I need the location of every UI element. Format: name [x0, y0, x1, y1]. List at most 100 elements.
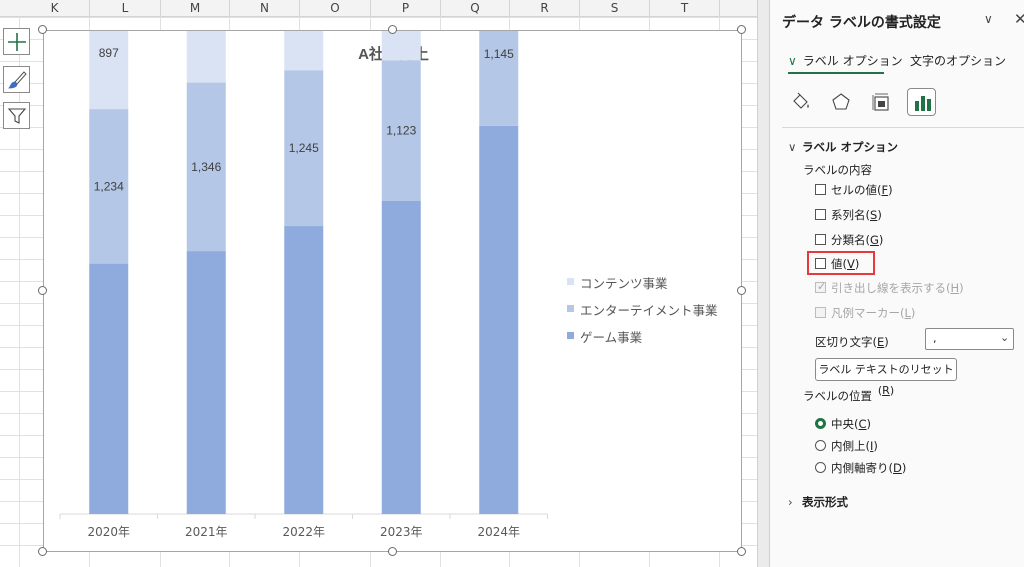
size-properties-tab[interactable]: [866, 88, 895, 116]
plot-area[interactable]: 1,2348972020年1,3469852021年1,2458322022年1…: [44, 31, 743, 553]
fill-line-tab[interactable]: [786, 88, 815, 116]
bar[interactable]: [284, 31, 324, 71]
spreadsheet-area: KLMNOPQRST A社の売上 1,2348972020年1,34698520…: [0, 0, 757, 567]
active-tab-indicator: [788, 72, 884, 74]
column-header[interactable]: L: [90, 0, 161, 17]
format-data-labels-pane: データ ラベルの書式設定 ∨ ✕ ∨ ラベル オプション 文字のオプション ∨ …: [770, 0, 1024, 567]
checkmark-icon: ✓: [817, 280, 827, 293]
excel-window: KLMNOPQRST A社の売上 1,2348972020年1,34698520…: [0, 0, 1024, 567]
chevron-down-icon: ∨: [788, 54, 797, 68]
resize-handle[interactable]: [38, 547, 47, 556]
label-contents-header: ラベルの内容: [803, 163, 872, 177]
resize-handle[interactable]: [737, 25, 746, 34]
resize-handle[interactable]: [38, 286, 47, 295]
bar[interactable]: [381, 201, 421, 514]
bar[interactable]: [89, 31, 129, 110]
x-tick-label: 2021年: [185, 525, 228, 539]
section-title: ラベル オプション: [802, 140, 899, 154]
chevron-down-icon: ⌄: [1000, 331, 1010, 344]
resize-handle[interactable]: [737, 286, 746, 295]
legend-swatch: [567, 305, 574, 312]
section-number[interactable]: › 表示形式: [788, 494, 848, 510]
tab-label-options[interactable]: ∨ ラベル オプション: [788, 52, 903, 69]
tab-label: ラベル オプション: [802, 54, 903, 68]
section-title: 表示形式: [802, 495, 848, 509]
tab-text-options[interactable]: 文字のオプション: [910, 52, 1006, 69]
legend-label: コンテンツ事業: [580, 276, 668, 291]
section-label-options[interactable]: ∨ ラベル オプション: [788, 139, 898, 155]
radio-button[interactable]: [815, 462, 826, 473]
grid-line: [19, 17, 20, 567]
column-header[interactable]: P: [371, 0, 441, 17]
legend-swatch: [567, 278, 574, 285]
pentagon-icon: [832, 93, 850, 110]
radio-button[interactable]: [815, 440, 826, 451]
separator-label: 区切り文字(E): [815, 335, 889, 349]
data-label[interactable]: 1,234: [94, 179, 124, 193]
checkbox-box[interactable]: [815, 209, 826, 220]
bar[interactable]: [381, 31, 421, 61]
plus-icon: [8, 33, 26, 51]
x-tick-label: 2024年: [477, 525, 520, 539]
close-icon[interactable]: ✕: [1014, 10, 1024, 28]
grid-line: [0, 17, 757, 18]
paint-bucket-icon: [793, 92, 809, 109]
checkbox-box[interactable]: [815, 234, 826, 245]
data-label[interactable]: 1,245: [289, 141, 319, 155]
separator-select[interactable]: , ⌄: [925, 328, 1014, 350]
reset-label-text-button[interactable]: ラベル テキストのリセット(R): [815, 358, 957, 397]
data-label[interactable]: 1,123: [386, 124, 416, 138]
column-header[interactable]: S: [580, 0, 650, 17]
pane-title: データ ラベルの書式設定: [782, 15, 941, 31]
legend-swatch: [567, 332, 574, 339]
data-label[interactable]: 1,346: [191, 160, 221, 174]
resize-handle[interactable]: [737, 547, 746, 556]
bar[interactable]: [89, 263, 129, 514]
chart-styles-button[interactable]: [3, 66, 30, 93]
paintbrush-icon: [8, 71, 27, 89]
column-header[interactable]: O: [300, 0, 371, 17]
data-label[interactable]: 1,145: [484, 47, 514, 61]
checkbox-box[interactable]: [815, 184, 826, 195]
bar-chart-icon: [915, 96, 931, 111]
column-header[interactable]: R: [510, 0, 580, 17]
resize-handle[interactable]: [387, 547, 397, 556]
chart-object[interactable]: A社の売上 1,2348972020年1,3469852021年1,245832…: [43, 30, 742, 552]
separator-value: ,: [933, 332, 937, 345]
bar[interactable]: [186, 251, 226, 514]
x-tick-label: 2023年: [380, 525, 423, 539]
bar[interactable]: [479, 31, 519, 126]
divider: [782, 127, 1024, 128]
column-header[interactable]: M: [161, 0, 230, 17]
checkbox-box: ✓: [815, 280, 827, 293]
bar[interactable]: [284, 226, 324, 515]
effects-tab[interactable]: [826, 88, 855, 116]
chevron-down-icon: ∨: [788, 140, 797, 154]
legend-label: エンターテイメント事業: [580, 303, 718, 318]
pane-splitter[interactable]: [757, 0, 770, 567]
x-tick-label: 2020年: [87, 525, 130, 539]
radio-button[interactable]: [815, 418, 826, 429]
column-headers: KLMNOPQRST: [0, 0, 757, 17]
label-position-header: ラベルの位置: [803, 389, 872, 403]
label-options-tab[interactable]: [907, 88, 936, 116]
checkbox-box: [815, 307, 826, 318]
x-tick-label: 2022年: [282, 525, 325, 539]
size-properties-icon: [872, 93, 889, 111]
chart-filters-button[interactable]: [3, 102, 30, 129]
funnel-icon: [7, 108, 27, 124]
column-header[interactable]: N: [230, 0, 300, 17]
column-header[interactable]: Q: [441, 0, 510, 17]
resize-handle[interactable]: [387, 25, 397, 34]
chart-elements-button[interactable]: [3, 28, 30, 55]
column-header[interactable]: K: [20, 0, 90, 17]
highlight-box: [807, 251, 875, 275]
data-label[interactable]: 897: [99, 46, 119, 60]
column-header[interactable]: T: [650, 0, 720, 17]
resize-handle[interactable]: [38, 25, 47, 34]
legend-label: ゲーム事業: [580, 330, 643, 345]
bar[interactable]: [186, 31, 226, 83]
chevron-right-icon: ›: [788, 495, 793, 509]
chevron-down-icon[interactable]: ∨: [984, 12, 993, 26]
bar[interactable]: [479, 125, 519, 514]
